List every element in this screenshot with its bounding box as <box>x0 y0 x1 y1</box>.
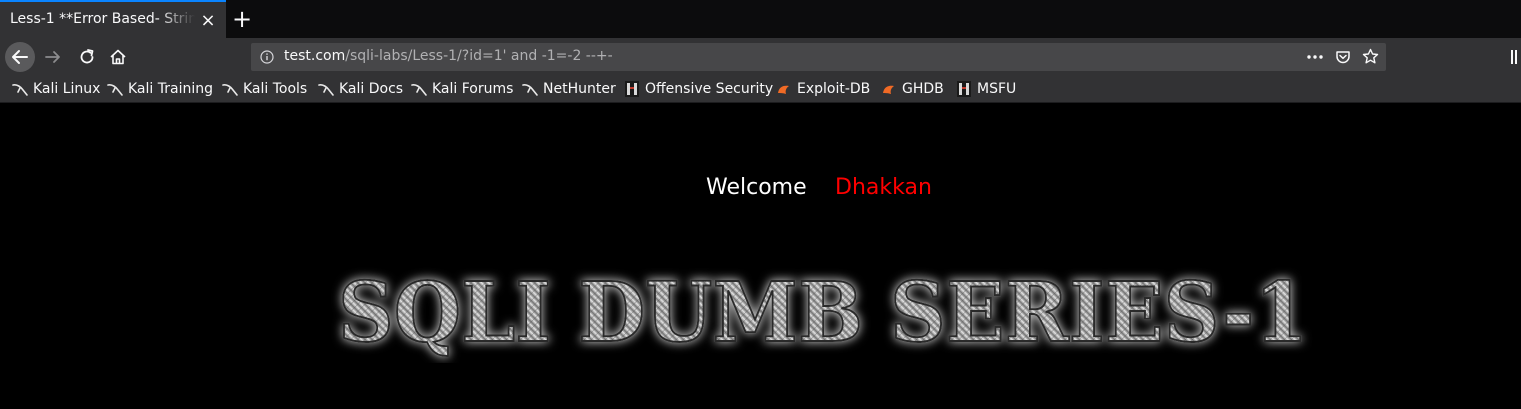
bookmark-label: Kali Tools <box>243 81 308 97</box>
welcome-label: Welcome <box>706 175 807 200</box>
library-icon[interactable] <box>1510 49 1521 65</box>
bookmark-label: GHDB <box>902 81 944 97</box>
kali-dragon-icon <box>411 84 427 96</box>
bookmark-msfu[interactable]: MSFU <box>956 76 1016 102</box>
tab-close-icon[interactable]: × <box>200 12 216 30</box>
exploitdb-icon <box>778 85 789 94</box>
tab-title: Less-1 **Error Based- String** <box>10 11 195 27</box>
bookmark-label: Kali Docs <box>339 81 404 97</box>
site-info-icon[interactable] <box>260 50 274 64</box>
bookmark-label: Kali Forums <box>432 81 514 97</box>
tab-active[interactable]: Less-1 **Error Based- String** × <box>0 0 226 38</box>
navigation-bar: test.com/sqli-labs/Less-1/?id=1' and -1=… <box>0 38 1521 76</box>
bookmark-kali-linux[interactable]: Kali Linux <box>12 76 100 102</box>
reload-icon[interactable] <box>78 48 96 66</box>
bookmarks-toolbar: Kali Linux Kali Training Kali Tools Kali… <box>0 76 1521 103</box>
bookmark-kali-tools[interactable]: Kali Tools <box>222 76 307 102</box>
offsec-icon <box>625 81 639 97</box>
bookmark-label: NetHunter <box>543 81 616 97</box>
bookmark-label: Exploit-DB <box>797 81 871 97</box>
kali-dragon-icon <box>12 84 28 96</box>
bookmark-nethunter[interactable]: NetHunter <box>522 76 616 102</box>
bookmark-exploit-db[interactable]: Exploit-DB <box>776 76 870 102</box>
sqli-dumb-series-banner: SQLI DUMB SERIES-1 <box>337 264 1309 362</box>
bookmark-star-icon[interactable] <box>1362 48 1379 65</box>
url-path: /sqli-labs/Less-1/?id=1' and -1=-2 --+- <box>345 48 613 64</box>
kali-dragon-icon <box>222 84 238 96</box>
url-host: test.com <box>284 48 346 64</box>
bookmark-label: MSFU <box>977 81 1017 97</box>
bookmark-ghdb[interactable]: GHDB <box>881 76 944 102</box>
pocket-icon[interactable] <box>1335 49 1351 65</box>
kali-dragon-icon <box>522 84 538 96</box>
kali-dragon-icon <box>107 84 123 96</box>
tab-strip: Less-1 **Error Based- String** × + <box>0 0 1521 38</box>
forward-arrow-icon[interactable] <box>44 48 62 66</box>
exploitdb-icon <box>883 85 894 94</box>
banner-text: SQLI DUMB SERIES-1 <box>338 265 1308 361</box>
home-icon[interactable] <box>109 48 127 66</box>
bookmark-offensive-security[interactable]: Offensive Security <box>624 76 773 102</box>
kali-dragon-icon <box>318 84 334 96</box>
bookmark-kali-docs[interactable]: Kali Docs <box>318 76 403 102</box>
offsec-icon <box>957 81 971 97</box>
bookmark-label: Offensive Security <box>645 81 774 97</box>
back-arrow-icon <box>12 50 28 64</box>
back-button[interactable] <box>5 42 35 72</box>
page-content: Welcome Dhakkan SQLI DUMB SERIES-1 <box>0 103 1521 409</box>
bookmark-kali-forums[interactable]: Kali Forums <box>411 76 513 102</box>
bookmark-label: Kali Linux <box>33 81 101 97</box>
bookmark-label: Kali Training <box>128 81 213 97</box>
page-actions-icon[interactable] <box>1306 49 1324 65</box>
welcome-name: Dhakkan <box>835 175 932 200</box>
url-bar[interactable]: test.com/sqli-labs/Less-1/?id=1' and -1=… <box>251 43 1386 71</box>
url-text[interactable]: test.com/sqli-labs/Less-1/?id=1' and -1=… <box>284 48 613 64</box>
new-tab-button[interactable]: + <box>231 7 253 31</box>
bookmark-kali-training[interactable]: Kali Training <box>107 76 213 102</box>
